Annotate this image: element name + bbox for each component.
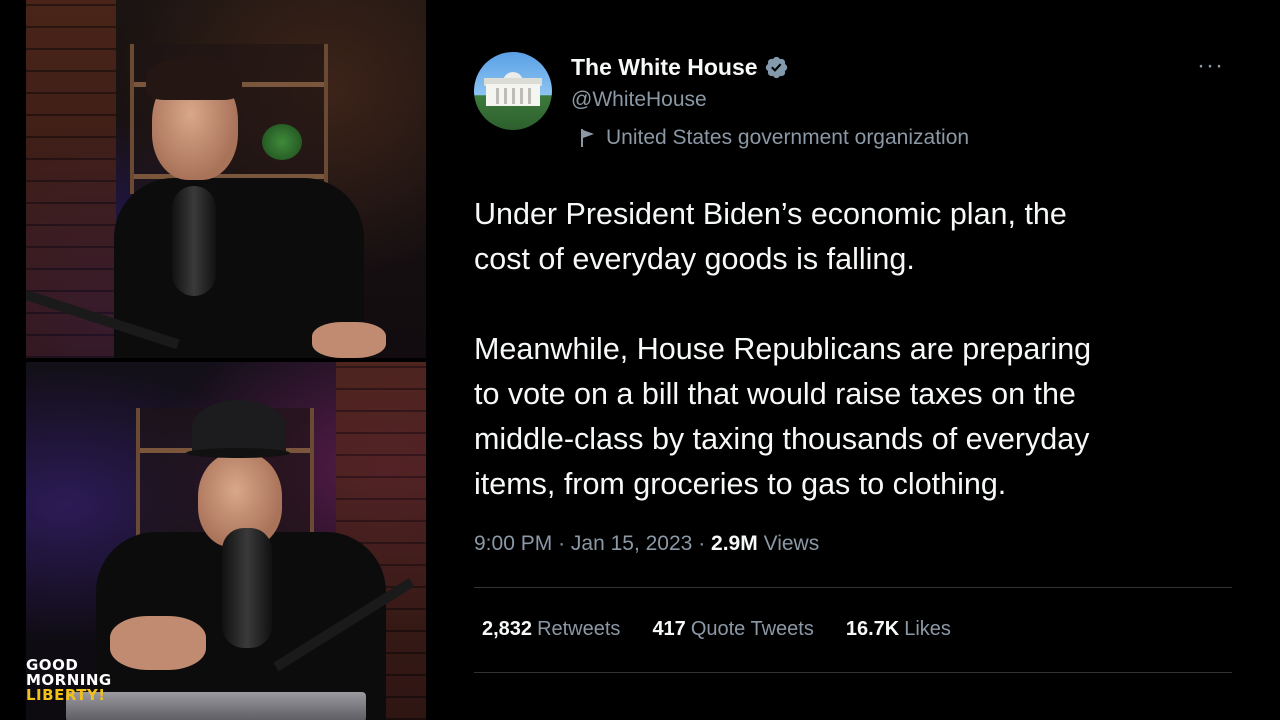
tweet-text: Under President Biden’s economic plan, t…: [474, 192, 1234, 507]
meta-separator: ·: [558, 532, 566, 555]
views-count: 2.9M: [711, 532, 758, 555]
retweets-count: 2,832: [482, 618, 533, 640]
verified-badge-icon: [765, 56, 787, 79]
tweet-paragraph-2: Meanwhile, House Republicans are prepari…: [474, 332, 1092, 501]
likes-label: Likes: [904, 618, 951, 640]
author-handle[interactable]: @WhiteHouse: [571, 88, 707, 112]
webcam-panel-top: [26, 0, 426, 358]
more-dots-icon[interactable]: ···: [1197, 52, 1224, 80]
tweet-paragraph-1: Under President Biden’s economic plan, t…: [474, 197, 1067, 276]
quotes-count: 417: [652, 618, 686, 640]
divider: [474, 587, 1232, 588]
host-hair: [146, 56, 242, 100]
cohost-cap-brim: [186, 448, 290, 458]
video-frame: GOOD MORNING LIBERTY! The White House @W…: [0, 0, 1280, 720]
org-label: United States government organization: [580, 126, 969, 150]
likes-stat[interactable]: 16.7K Likes: [846, 618, 951, 641]
meta-separator: ·: [698, 532, 706, 555]
logo-line-3: LIBERTY!: [26, 686, 106, 704]
divider: [474, 672, 1232, 673]
retweets-label: Retweets: [537, 618, 621, 640]
author-name[interactable]: The White House: [571, 54, 789, 81]
microphone: [222, 528, 272, 648]
host-hand: [312, 322, 386, 358]
author-name-text: The White House: [571, 54, 758, 80]
quotes-label: Quote Tweets: [690, 618, 814, 640]
flag-icon: [581, 129, 594, 147]
tweet-time[interactable]: 9:00 PM: [474, 532, 552, 555]
views-label: Views: [763, 532, 820, 555]
quote-tweets-stat[interactable]: 417 Quote Tweets: [652, 618, 813, 641]
microphone: [172, 186, 216, 296]
likes-count: 16.7K: [845, 618, 900, 640]
tweet-date[interactable]: Jan 15, 2023: [571, 532, 692, 555]
retweets-stat[interactable]: 2,832 Retweets: [482, 618, 620, 641]
tweet-card: The White House @WhiteHouse ··· United S…: [474, 0, 1234, 720]
tweet-stats: 2,832 Retweets 417 Quote Tweets 16.7K Likes: [482, 618, 951, 641]
tweet-meta: 9:00 PM · Jan 15, 2023 · 2.9M Views: [474, 532, 819, 556]
plant: [262, 124, 302, 160]
show-logo: GOOD MORNING LIBERTY!: [26, 658, 126, 703]
avatar[interactable]: [474, 52, 552, 130]
org-label-text: United States government organization: [606, 126, 970, 149]
